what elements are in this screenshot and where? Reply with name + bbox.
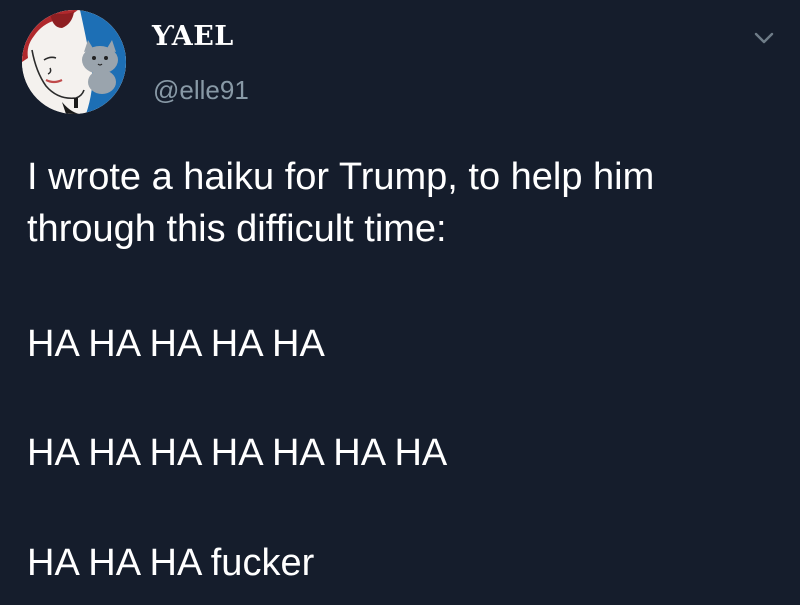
display-name[interactable]: ƳAEL — [152, 20, 234, 54]
haiku-line-2: HA HA HA HA HA HA HA — [27, 432, 448, 474]
avatar[interactable] — [22, 10, 126, 114]
tweet-body: I wrote a haiku for Trump, to help him t… — [27, 151, 787, 255]
haiku-line-3: HA HA HA fucker — [27, 542, 315, 584]
tweet-text-line: I wrote a haiku for Trump, to help him — [27, 156, 655, 198]
haiku-line-1: HA HA HA HA HA — [27, 323, 325, 365]
tweet-card: ƳAEL @elle91 I wrote a haiku for Trump, … — [0, 0, 800, 605]
user-handle[interactable]: @elle91 — [153, 74, 249, 106]
chevron-down-icon[interactable] — [751, 28, 777, 48]
tweet-text-line: through this difficult time: — [27, 208, 447, 250]
avatar-illustration — [22, 10, 126, 114]
